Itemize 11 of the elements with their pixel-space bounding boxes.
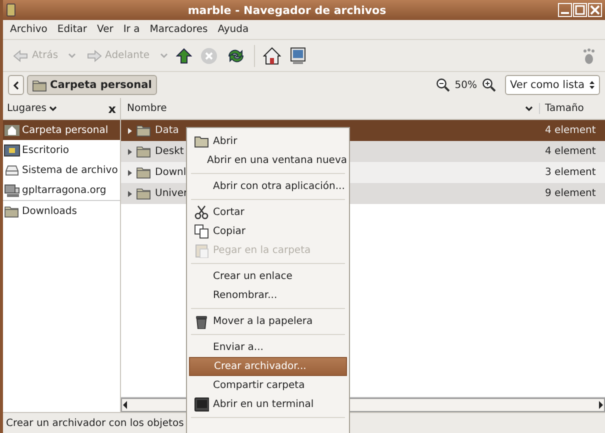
window-title: marble - Navegador de archivos: [186, 4, 388, 16]
file-size: 4 element: [544, 146, 597, 157]
file-size: 3 element: [544, 167, 597, 178]
file-size: 4 element: [544, 125, 597, 136]
file-size: 9 element: [544, 188, 597, 199]
file-name: Data: [155, 125, 179, 136]
file-name: Deskt: [155, 146, 184, 157]
file-name: Downl: [155, 167, 186, 178]
status-text: Crear un archivador con los objetos: [6, 418, 184, 428]
file-name: Univer: [155, 188, 188, 199]
zoom-level: 50%: [454, 80, 477, 90]
